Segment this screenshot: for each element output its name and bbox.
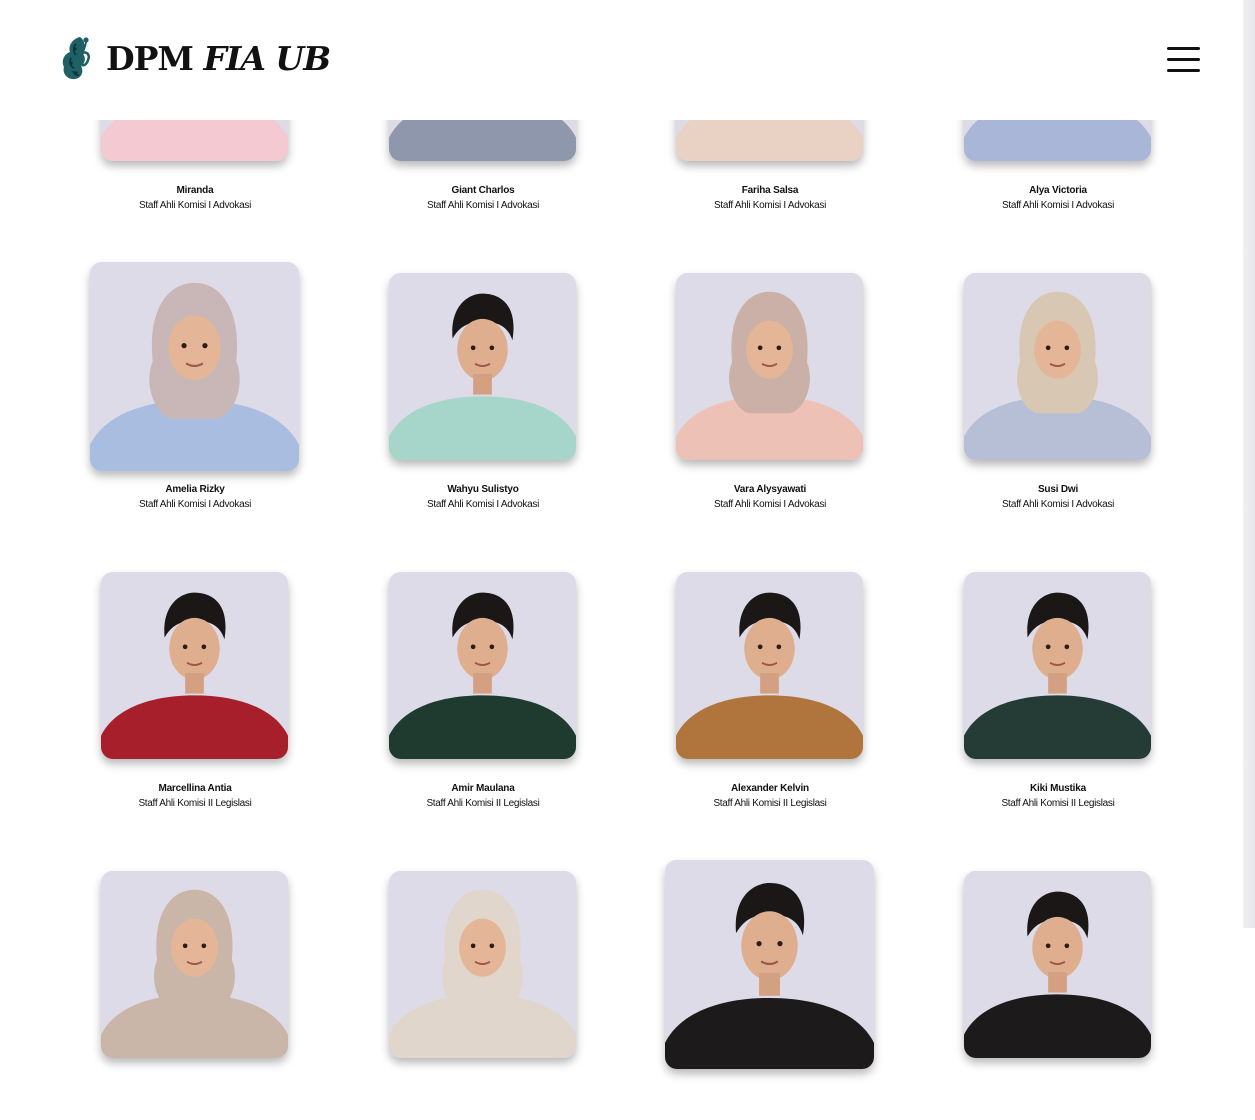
member-card[interactable]: Amelia Rizky Staff Ahli Komisi I Advokasi [51,262,339,522]
member-role: Staff Ahli Komisi I Advokasi [1001,200,1115,211]
member-card[interactable]: Marcellina Antia Staff Ahli Komisi II Leg… [51,561,339,821]
portrait-image [676,273,863,460]
brand-suffix: FIA UB [203,38,331,78]
portrait-image [101,572,288,759]
member-name: Vara Alysyawati [733,484,807,495]
portrait-image [964,572,1151,759]
scrollbar-gutter [1243,0,1255,928]
member-photo [389,871,576,1058]
member-role: Staff Ahli Komisi I Advokasi [426,200,540,211]
member-role: Staff Ahli Komisi I Advokasi [1001,499,1115,510]
member-name: Alya Victoria [1029,185,1087,196]
portrait-image [389,273,576,460]
member-name: Amir Maulana [451,783,515,794]
portrait-image [101,871,288,1058]
member-photo [101,871,288,1058]
member-photo [389,572,576,759]
member-photo [676,572,863,759]
member-card[interactable] [914,860,1202,1120]
member-photo [101,572,288,759]
member-role: Staff Ahli Komisi II Legislasi [1001,798,1115,809]
member-role: Staff Ahli Komisi I Advokasi [426,499,540,510]
portrait-image [665,860,874,1069]
portrait-image [90,262,299,471]
member-card[interactable] [51,860,339,1120]
member-role: Staff Ahli Komisi I Advokasi [138,200,252,211]
member-card[interactable] [339,860,627,1120]
member-card[interactable]: Kiki Mustika Staff Ahli Komisi II Legisla… [914,561,1202,821]
member-photo [964,572,1151,759]
member-role: Staff Ahli Komisi II Legislasi [426,798,540,809]
member-card[interactable] [626,860,914,1120]
member-photo [964,273,1151,460]
brand-name: DPM FIA UB [106,38,331,78]
brand-prefix: DPM [106,38,194,78]
portrait-image [389,572,576,759]
site-header: DPM FIA UB [0,0,1243,120]
member-card[interactable]: Vara Alysyawati Staff Ahli Komisi I Advok… [626,262,914,522]
member-name: Wahyu Sulistyo [447,484,519,495]
peacock-logo-icon [62,37,90,80]
member-card[interactable]: Amir Maulana Staff Ahli Komisi II Legisla… [339,561,627,821]
member-grid: Miranda Staff Ahli Komisi I Advokasi Gian… [0,0,1243,1069]
member-card[interactable]: Alexander Kelvin Staff Ahli Komisi II Leg… [626,561,914,821]
member-name: Susi Dwi [1037,484,1079,495]
member-card[interactable]: Wahyu Sulistyo Staff Ahli Komisi I Advoka… [339,262,627,522]
member-photo [964,871,1151,1058]
member-role: Staff Ahli Komisi I Advokasi [713,200,827,211]
member-photo [665,860,874,1069]
member-photo [389,273,576,460]
portrait-image [964,871,1151,1058]
hamburger-menu-icon[interactable] [1164,42,1204,76]
menu-line [1167,58,1200,61]
member-name: Marcellina Antia [158,783,232,794]
member-name: Alexander Kelvin [731,783,809,794]
member-name: Giant Charlos [451,185,515,196]
member-name: Miranda [176,185,214,196]
member-name: Kiki Mustika [1030,783,1086,794]
member-role: Staff Ahli Komisi II Legislasi [713,798,827,809]
member-name: Amelia Rizky [165,484,225,495]
portrait-image [964,273,1151,460]
member-role: Staff Ahli Komisi I Advokasi [138,499,252,510]
member-photo [676,273,863,460]
menu-line [1167,69,1200,72]
portrait-image [676,572,863,759]
member-role: Staff Ahli Komisi II Legislasi [138,798,252,809]
portrait-image [389,871,576,1058]
brand-logo[interactable]: DPM FIA UB [58,34,331,82]
member-card[interactable]: Susi Dwi Staff Ahli Komisi I Advokasi [914,262,1202,522]
menu-line [1167,47,1200,50]
member-name: Fariha Salsa [741,185,799,196]
member-role: Staff Ahli Komisi I Advokasi [713,499,827,510]
member-photo [90,262,299,471]
